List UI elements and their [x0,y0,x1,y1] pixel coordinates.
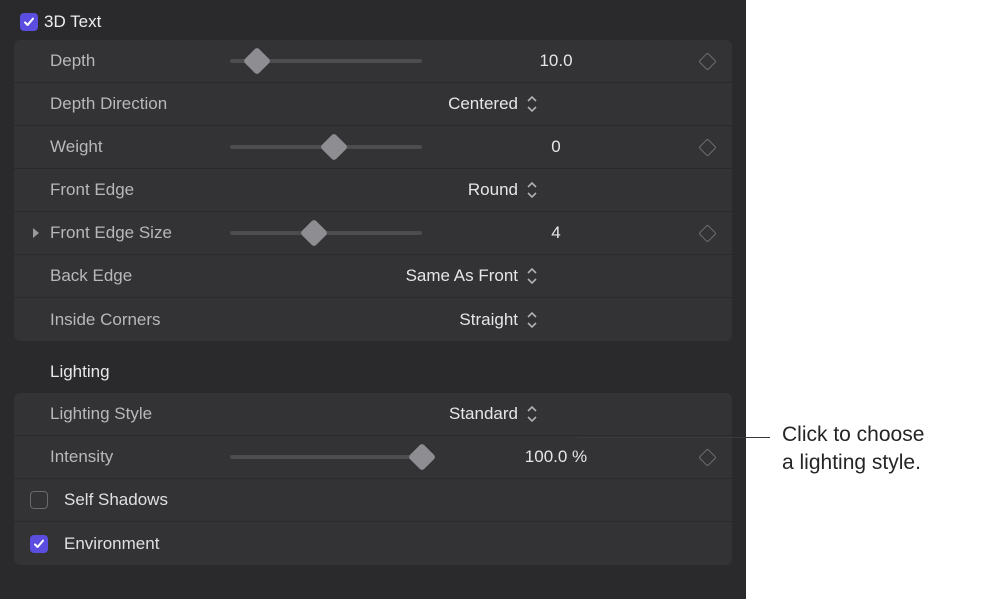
label-front-edge: Front Edge [50,180,230,200]
row-front-edge: Front Edge Round [14,169,732,212]
row-intensity: Intensity 100.0 % [14,436,732,479]
dropdown-front-edge[interactable]: Round [230,180,672,200]
slider-thumb-intensity[interactable] [408,443,436,471]
label-front-edge-size: Front Edge Size [50,223,230,243]
checkmark-icon [23,16,35,28]
checkmark-icon [33,538,45,550]
section-title-3d-text: 3D Text [44,12,101,32]
section-title-lighting: Lighting [50,362,110,382]
checkbox-environment[interactable] [30,535,48,553]
keyframe-intensity[interactable] [698,448,716,466]
slider-thumb-front-edge-size[interactable] [300,219,328,247]
callout-leader-line [578,437,770,438]
callout-text: Click to choose a lighting style. [782,421,924,478]
dropdown-value-back-edge: Same As Front [406,266,518,286]
dropdown-depth-direction[interactable]: Centered [230,94,672,114]
dropdown-back-edge[interactable]: Same As Front [230,266,672,286]
stepper-icon [526,266,542,286]
row-front-edge-size: Front Edge Size 4 [14,212,732,255]
row-self-shadows: Self Shadows [14,479,732,522]
callout-line1: Click to choose [782,423,924,446]
value-weight[interactable]: 0 [440,137,672,157]
group-3d-text: Depth 10.0 Depth Direction Centered Weig… [14,40,732,341]
label-back-edge: Back Edge [50,266,230,286]
label-inside-corners: Inside Corners [50,310,230,330]
label-environment: Environment [64,534,159,554]
row-depth-direction: Depth Direction Centered [14,83,732,126]
stepper-icon [526,310,542,330]
slider-thumb-depth[interactable] [243,47,271,75]
label-weight: Weight [50,137,230,157]
slider-thumb-weight[interactable] [320,133,348,161]
keyframe-depth[interactable] [698,52,716,70]
section-header-3d-text: 3D Text [0,4,746,40]
slider-intensity[interactable] [230,455,422,459]
slider-depth[interactable] [230,59,422,63]
stepper-icon [526,94,542,114]
inspector-panel: 3D Text Depth 10.0 Depth Direction Cente… [0,0,746,599]
dropdown-value-lighting-style: Standard [449,404,518,424]
disclosure-front-edge-size[interactable] [30,226,50,240]
dropdown-value-depth-direction: Centered [448,94,518,114]
dropdown-inside-corners[interactable]: Straight [230,310,672,330]
row-lighting-style: Lighting Style Standard [14,393,732,436]
row-depth: Depth 10.0 [14,40,732,83]
value-depth[interactable]: 10.0 [440,51,672,71]
slider-weight[interactable] [230,145,422,149]
label-self-shadows: Self Shadows [64,490,168,510]
label-lighting-style: Lighting Style [50,404,230,424]
stepper-icon [526,180,542,200]
dropdown-lighting-style[interactable]: Standard [230,404,672,424]
slider-front-edge-size[interactable] [230,231,422,235]
row-back-edge: Back Edge Same As Front [14,255,732,298]
label-depth: Depth [50,51,230,71]
chevron-right-icon [30,226,41,240]
dropdown-value-front-edge: Round [468,180,518,200]
stepper-icon [526,404,542,424]
group-lighting: Lighting Style Standard Intensity 100.0 … [14,393,732,565]
checkbox-self-shadows[interactable] [30,491,48,509]
value-front-edge-size[interactable]: 4 [440,223,672,243]
value-intensity[interactable]: 100.0 % [440,447,672,467]
row-weight: Weight 0 [14,126,732,169]
callout-line2: a lighting style. [782,451,921,474]
label-intensity: Intensity [50,447,230,467]
checkbox-3d-text[interactable] [20,13,38,31]
section-header-lighting: Lighting [0,351,746,393]
dropdown-value-inside-corners: Straight [459,310,518,330]
keyframe-front-edge-size[interactable] [698,224,716,242]
row-environment: Environment [14,522,732,565]
keyframe-weight[interactable] [698,138,716,156]
row-inside-corners: Inside Corners Straight [14,298,732,341]
label-depth-direction: Depth Direction [50,94,230,114]
